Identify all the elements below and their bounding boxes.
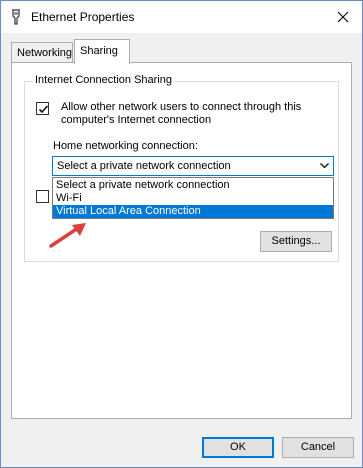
window-title: Ethernet Properties (31, 10, 135, 24)
tab-join (75, 61, 129, 63)
allow-sharing-label-line1: Allow other network users to connect thr… (61, 101, 302, 113)
group-label: Internet Connection Sharing (33, 74, 174, 86)
settings-button[interactable]: Settings... (260, 231, 332, 252)
allow-sharing-label-line2: computer's Internet connection (61, 114, 212, 126)
cancel-button[interactable]: Cancel (282, 437, 354, 458)
dialog-button-bar: OK Cancel (1, 429, 362, 467)
ok-button[interactable]: OK (202, 437, 274, 458)
dropdown-option-virtual-lan[interactable]: Virtual Local Area Connection (53, 205, 333, 218)
chevron-down-icon (320, 163, 329, 169)
allow-sharing-checkbox[interactable] (36, 102, 49, 115)
title-bar: Ethernet Properties (1, 1, 362, 33)
dropdown-list: Select a private network connection Wi-F… (52, 177, 334, 219)
home-networking-label: Home networking connection: (53, 140, 198, 152)
tab-strip: Networking Sharing (11, 39, 351, 64)
allow-control-checkbox[interactable] (36, 190, 49, 203)
ethernet-adapter-icon (10, 9, 22, 25)
select-value: Select a private network connection (57, 160, 231, 172)
dropdown-option-select-private[interactable]: Select a private network connection (53, 179, 333, 192)
close-icon (337, 11, 349, 23)
close-button[interactable] (332, 6, 354, 28)
red-arrow-icon (49, 223, 86, 248)
ethernet-properties-window: Ethernet Properties Networking Sharing I… (0, 0, 363, 468)
dropdown-option-wifi[interactable]: Wi-Fi (53, 192, 333, 205)
tab-networking[interactable]: Networking (11, 42, 73, 63)
checkmark-icon (38, 105, 49, 114)
home-networking-select[interactable]: Select a private network connection (52, 156, 334, 176)
